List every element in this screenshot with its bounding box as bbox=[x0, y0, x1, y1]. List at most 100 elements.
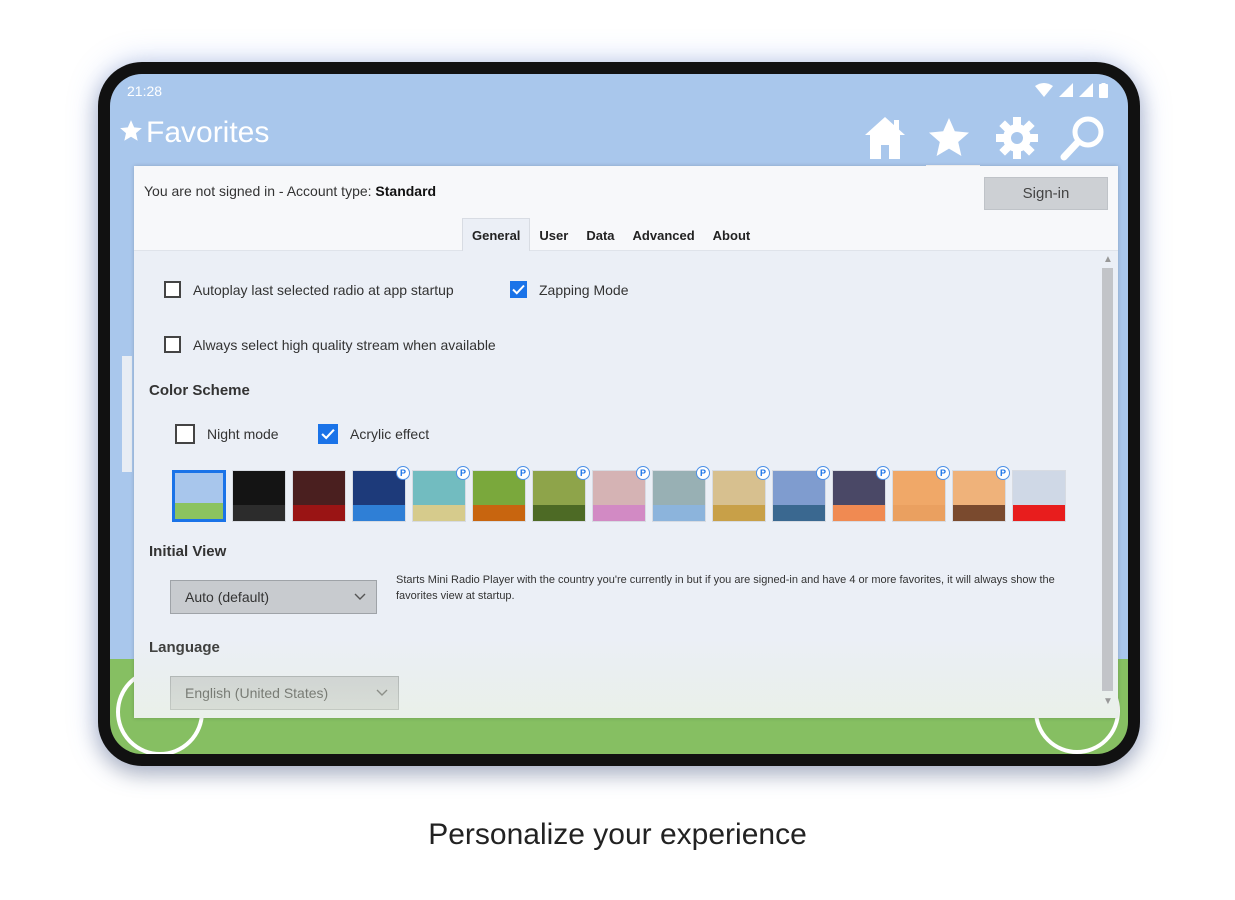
status-time: 21:28 bbox=[127, 83, 163, 99]
language-dropdown[interactable]: English (United States) bbox=[170, 676, 399, 710]
account-status-prefix: You are not signed in - Account type: bbox=[144, 183, 376, 199]
premium-badge-icon: P bbox=[396, 466, 410, 480]
status-icons bbox=[1035, 82, 1108, 98]
premium-badge-icon: P bbox=[576, 466, 590, 480]
battery-icon bbox=[1099, 82, 1108, 98]
initial-view-dropdown[interactable]: Auto (default) bbox=[170, 580, 377, 614]
scroll-thumb[interactable] bbox=[1102, 268, 1113, 691]
initial-view-value: Auto (default) bbox=[185, 589, 270, 605]
color-swatch[interactable] bbox=[232, 470, 286, 522]
acrylic-label: Acrylic effect bbox=[350, 426, 430, 442]
settings-header: You are not signed in - Account type: St… bbox=[134, 166, 1118, 251]
scroll-up-arrow-icon[interactable]: ▲ bbox=[1103, 254, 1113, 265]
swatch-accent-color bbox=[773, 505, 825, 521]
color-swatch[interactable]: P bbox=[652, 466, 710, 522]
settings-tabs: General User Data Advanced About bbox=[462, 218, 760, 251]
zapping-option[interactable]: Zapping Mode bbox=[510, 281, 629, 298]
color-swatch[interactable]: P bbox=[712, 466, 770, 522]
acrylic-option[interactable]: Acrylic effect bbox=[318, 424, 429, 444]
tab-about[interactable]: About bbox=[704, 219, 760, 251]
swatch-accent-color bbox=[473, 505, 525, 521]
color-swatch[interactable]: P bbox=[832, 466, 890, 522]
premium-badge-icon: P bbox=[936, 466, 950, 480]
tab-general[interactable]: General bbox=[462, 218, 531, 251]
swatch-accent-color bbox=[353, 505, 405, 521]
settings-scrollbar[interactable]: ▲ ▼ bbox=[1099, 252, 1116, 718]
night-mode-label: Night mode bbox=[207, 426, 279, 442]
premium-badge-icon: P bbox=[696, 466, 710, 480]
chevron-down-icon bbox=[376, 689, 388, 696]
color-swatch[interactable]: P bbox=[472, 466, 530, 522]
status-bar: 21:28 bbox=[110, 74, 1128, 108]
color-swatches: PPPPPPPPPPP bbox=[172, 466, 1066, 522]
initial-view-heading: Initial View bbox=[149, 543, 227, 560]
settings-panel: You are not signed in - Account type: St… bbox=[134, 166, 1118, 718]
sign-in-button[interactable]: Sign-in bbox=[984, 177, 1108, 210]
acrylic-checkbox[interactable] bbox=[318, 424, 338, 444]
premium-badge-icon: P bbox=[516, 466, 530, 480]
autoplay-option[interactable]: Autoplay last selected radio at app star… bbox=[164, 281, 454, 298]
color-swatch[interactable]: P bbox=[892, 466, 950, 522]
swatch-accent-color bbox=[1013, 505, 1065, 521]
tab-user[interactable]: User bbox=[530, 219, 577, 251]
swatch-primary-color bbox=[1013, 471, 1065, 507]
promo-caption: Personalize your experience bbox=[428, 818, 807, 851]
color-swatch[interactable] bbox=[1012, 470, 1066, 522]
color-swatch[interactable] bbox=[292, 470, 346, 522]
nav-home-button[interactable] bbox=[854, 112, 916, 164]
swatch-accent-color bbox=[893, 505, 945, 521]
autoplay-label: Autoplay last selected radio at app star… bbox=[193, 281, 454, 298]
zapping-checkbox[interactable] bbox=[510, 281, 527, 298]
color-swatch[interactable] bbox=[172, 470, 226, 522]
premium-badge-icon: P bbox=[636, 466, 650, 480]
tab-advanced[interactable]: Advanced bbox=[624, 219, 704, 251]
signal-icon-2 bbox=[1079, 83, 1093, 97]
swatch-accent-color bbox=[833, 505, 885, 521]
color-swatch[interactable]: P bbox=[592, 466, 650, 522]
color-swatch[interactable]: P bbox=[532, 466, 590, 522]
checkmark-icon bbox=[321, 428, 335, 440]
home-icon bbox=[865, 117, 905, 159]
tab-data[interactable]: Data bbox=[577, 219, 623, 251]
night-mode-checkbox[interactable] bbox=[175, 424, 195, 444]
night-mode-option[interactable]: Night mode bbox=[175, 424, 279, 444]
swatch-accent-color bbox=[293, 505, 345, 521]
hq-stream-checkbox[interactable] bbox=[164, 336, 181, 353]
nav-search-button[interactable] bbox=[1052, 112, 1114, 164]
swatch-accent-color bbox=[713, 505, 765, 521]
checkmark-icon bbox=[512, 284, 525, 295]
initial-view-description: Starts Mini Radio Player with the countr… bbox=[396, 574, 1055, 602]
color-swatch[interactable]: P bbox=[772, 466, 830, 522]
premium-badge-icon: P bbox=[816, 466, 830, 480]
swatch-accent-color bbox=[413, 505, 465, 521]
nav-settings-button[interactable] bbox=[986, 112, 1048, 164]
color-swatch[interactable]: P bbox=[952, 466, 1010, 522]
scroll-down-arrow-icon[interactable]: ▼ bbox=[1103, 696, 1113, 707]
gear-icon bbox=[996, 117, 1038, 159]
chevron-down-icon bbox=[354, 593, 366, 600]
favorites-star-icon bbox=[120, 120, 142, 141]
language-heading: Language bbox=[149, 639, 220, 656]
title-bar: Favorites bbox=[110, 108, 1128, 168]
hq-stream-option[interactable]: Always select high quality stream when a… bbox=[164, 336, 496, 353]
swatch-accent-color bbox=[653, 505, 705, 521]
premium-badge-icon: P bbox=[996, 466, 1010, 480]
star-icon bbox=[929, 118, 969, 156]
hq-stream-label: Always select high quality stream when a… bbox=[193, 336, 496, 353]
premium-badge-icon: P bbox=[456, 466, 470, 480]
swatch-accent-color bbox=[175, 503, 223, 519]
account-status: You are not signed in - Account type: St… bbox=[144, 183, 436, 199]
zapping-label: Zapping Mode bbox=[539, 281, 629, 298]
app-screen: 21:28 Favorites You are not signed in - … bbox=[110, 74, 1128, 754]
background-card-edge bbox=[122, 356, 132, 472]
color-scheme-heading: Color Scheme bbox=[149, 382, 250, 399]
color-swatch[interactable]: P bbox=[412, 466, 470, 522]
autoplay-checkbox[interactable] bbox=[164, 281, 181, 298]
swatch-accent-color bbox=[533, 505, 585, 521]
swatch-accent-color bbox=[233, 505, 285, 521]
premium-badge-icon: P bbox=[756, 466, 770, 480]
premium-badge-icon: P bbox=[876, 466, 890, 480]
color-swatch[interactable]: P bbox=[352, 466, 410, 522]
page-title: Favorites bbox=[146, 116, 270, 149]
nav-favorites-button[interactable] bbox=[918, 112, 980, 168]
